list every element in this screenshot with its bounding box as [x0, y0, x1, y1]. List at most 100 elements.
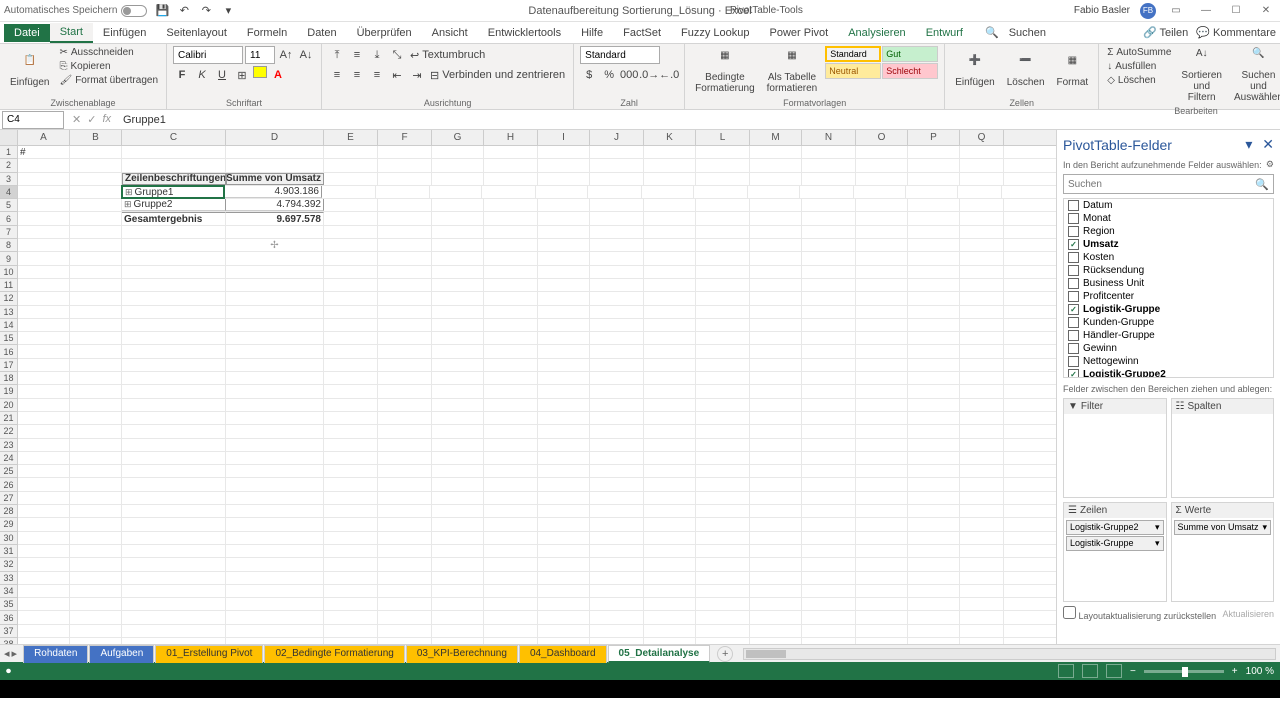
col-header-P[interactable]: P [908, 130, 960, 145]
save-icon[interactable]: 💾 [155, 4, 169, 18]
cell-A37[interactable] [18, 625, 70, 637]
field-rücksendung[interactable]: Rücksendung [1064, 264, 1273, 277]
cell-H9[interactable] [484, 252, 538, 264]
sheet-tab-03-kpi-berechnung[interactable]: 03_KPI-Berechnung [406, 645, 518, 663]
cell-N3[interactable] [802, 173, 856, 185]
cell-F24[interactable] [378, 452, 432, 464]
cell-A23[interactable] [18, 439, 70, 451]
cell-I8[interactable] [538, 239, 590, 251]
zoom-in-icon[interactable]: + [1232, 666, 1238, 677]
tab-view[interactable]: Ansicht [422, 24, 478, 42]
record-macro-icon[interactable]: ⏺ [6, 666, 11, 677]
cell-G11[interactable] [432, 279, 484, 291]
cell-Q16[interactable] [960, 345, 1004, 357]
cell-M17[interactable] [750, 359, 802, 371]
cell-I21[interactable] [538, 412, 590, 424]
cell-H31[interactable] [484, 545, 538, 557]
cell-N18[interactable] [802, 372, 856, 384]
cell-D20[interactable] [226, 399, 324, 411]
cell-D1[interactable] [226, 146, 324, 158]
row-header-5[interactable]: 5 [0, 199, 18, 212]
cell-N1[interactable] [802, 146, 856, 158]
cell-D37[interactable] [226, 625, 324, 637]
cell-P34[interactable] [908, 585, 960, 597]
cell-K2[interactable] [644, 159, 696, 171]
cell-A19[interactable] [18, 385, 70, 397]
cell-N30[interactable] [802, 532, 856, 544]
cell-I22[interactable] [538, 425, 590, 437]
cell-G16[interactable] [432, 345, 484, 357]
cell-L24[interactable] [696, 452, 750, 464]
cell-P14[interactable] [908, 319, 960, 331]
gear-icon[interactable]: ⚙ [1266, 159, 1274, 170]
cell-G28[interactable] [432, 505, 484, 517]
cell-M38[interactable] [750, 638, 802, 644]
cell-I32[interactable] [538, 558, 590, 570]
cell-O27[interactable] [856, 492, 908, 504]
cell-P27[interactable] [908, 492, 960, 504]
cell-A34[interactable] [18, 585, 70, 597]
cell-O3[interactable] [856, 173, 908, 185]
cell-G12[interactable] [432, 292, 484, 304]
cell-M15[interactable] [750, 332, 802, 344]
cell-Q10[interactable] [960, 266, 1004, 278]
cell-M25[interactable] [750, 465, 802, 477]
cell-F11[interactable] [378, 279, 432, 291]
select-all-corner[interactable] [0, 130, 18, 145]
cell-N38[interactable] [802, 638, 856, 644]
cell-A9[interactable] [18, 252, 70, 264]
cell-J24[interactable] [590, 452, 644, 464]
cell-Q20[interactable] [960, 399, 1004, 411]
cell-I23[interactable] [538, 439, 590, 451]
col-header-E[interactable]: E [324, 130, 378, 145]
row-header-22[interactable]: 22 [0, 425, 18, 438]
cell-J4[interactable] [588, 186, 642, 198]
cell-Q11[interactable] [960, 279, 1004, 291]
cell-M13[interactable] [750, 306, 802, 318]
cell-G7[interactable] [432, 226, 484, 238]
cell-N15[interactable] [802, 332, 856, 344]
cell-H34[interactable] [484, 585, 538, 597]
cell-J18[interactable] [590, 372, 644, 384]
cell-A2[interactable] [18, 159, 70, 171]
tab-data[interactable]: Daten [297, 24, 346, 42]
cell-P16[interactable] [908, 345, 960, 357]
row-area-item[interactable]: Logistik-Gruppe▾ [1066, 536, 1164, 551]
cell-N33[interactable] [802, 572, 856, 584]
tab-analyze[interactable]: Analysieren [838, 24, 915, 42]
cell-P38[interactable] [908, 638, 960, 644]
cell-N2[interactable] [802, 159, 856, 171]
row-header-17[interactable]: 17 [0, 359, 18, 372]
cell-I38[interactable] [538, 638, 590, 644]
field-region[interactable]: Region [1064, 225, 1273, 238]
cell-L30[interactable] [696, 532, 750, 544]
cell-P37[interactable] [908, 625, 960, 637]
cell-K13[interactable] [644, 306, 696, 318]
cell-J19[interactable] [590, 385, 644, 397]
cell-O37[interactable] [856, 625, 908, 637]
formula-input[interactable]: Gruppe1 [117, 114, 1280, 126]
cell-L19[interactable] [696, 385, 750, 397]
cell-K37[interactable] [644, 625, 696, 637]
cell-B11[interactable] [70, 279, 122, 291]
cell-H6[interactable] [484, 212, 538, 224]
cell-M37[interactable] [750, 625, 802, 637]
cell-Q8[interactable] [960, 239, 1004, 251]
cell-A16[interactable] [18, 345, 70, 357]
fx-icon[interactable]: fx [102, 113, 111, 126]
cell-Q13[interactable] [960, 306, 1004, 318]
cell-M24[interactable] [750, 452, 802, 464]
cell-M19[interactable] [750, 385, 802, 397]
cell-A5[interactable] [18, 199, 70, 211]
cell-J13[interactable] [590, 306, 644, 318]
cell-G18[interactable] [432, 372, 484, 384]
format-painter-button[interactable]: 🖌 Format übertragen [57, 74, 160, 87]
cell-B25[interactable] [70, 465, 122, 477]
col-header-A[interactable]: A [18, 130, 70, 145]
cell-E31[interactable] [324, 545, 378, 557]
cell-E18[interactable] [324, 372, 378, 384]
cell-P28[interactable] [908, 505, 960, 517]
cell-J3[interactable] [590, 173, 644, 185]
cell-O18[interactable] [856, 372, 908, 384]
cell-J35[interactable] [590, 598, 644, 610]
